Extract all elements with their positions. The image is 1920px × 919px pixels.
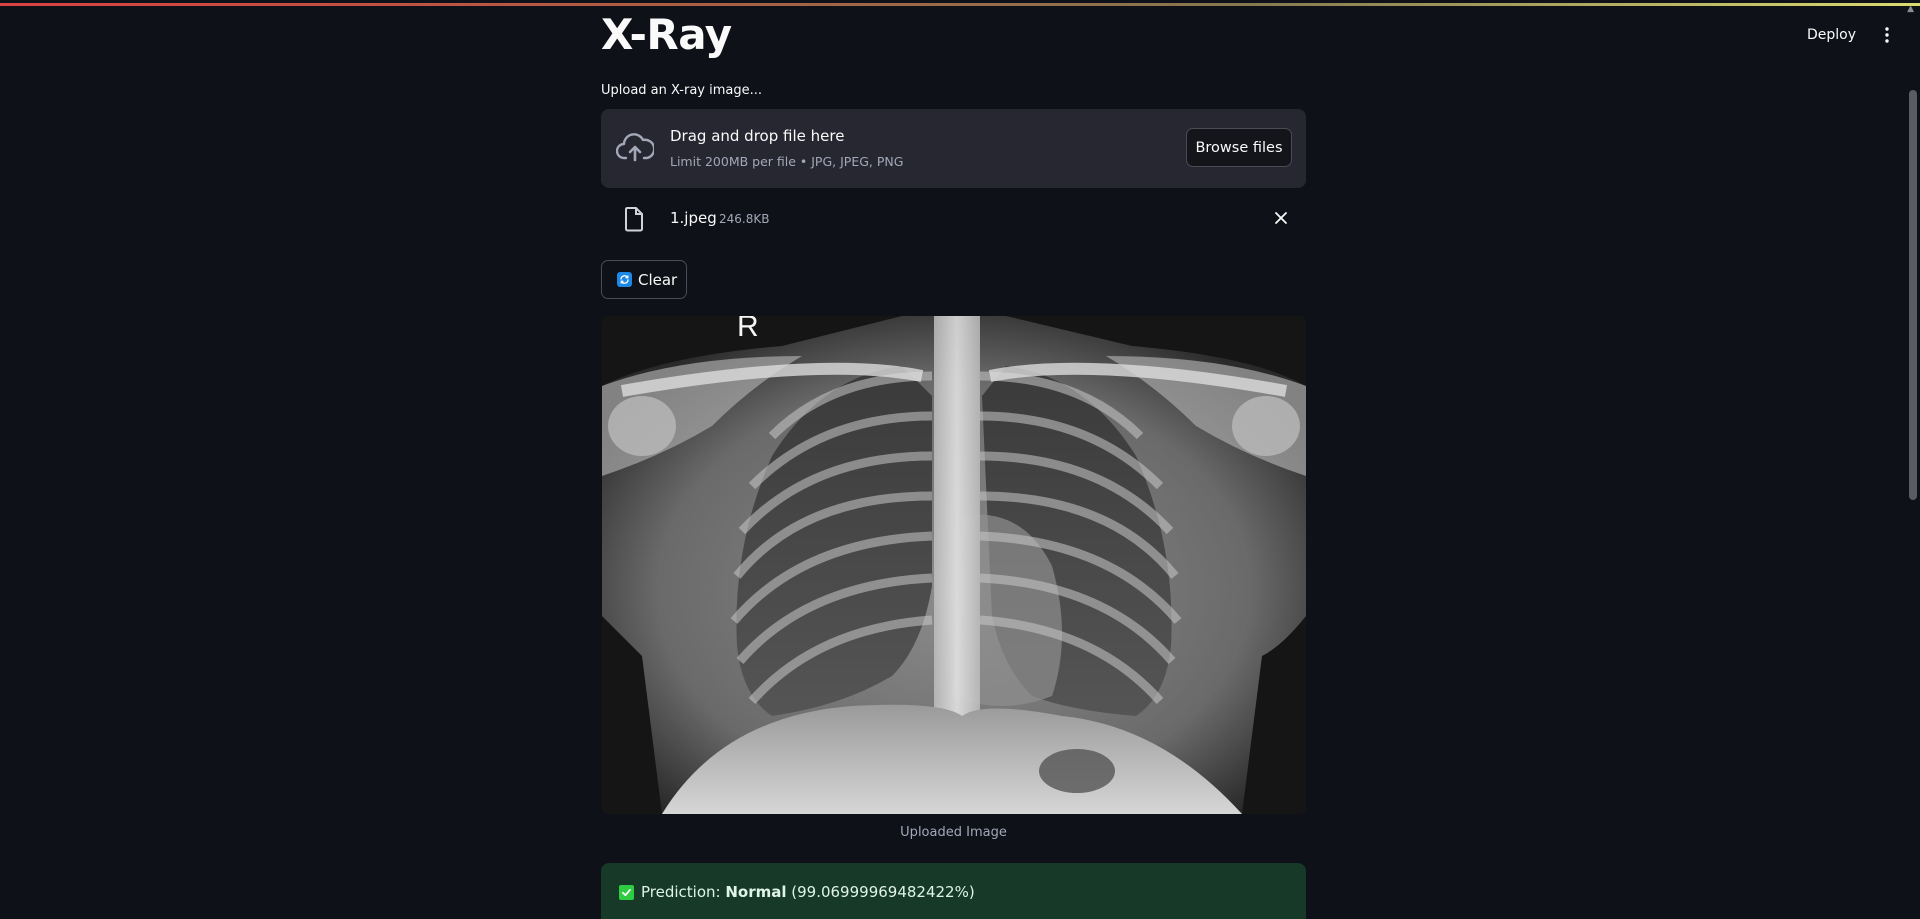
file-icon <box>624 206 644 232</box>
page-title: X-Ray <box>601 10 732 59</box>
prediction-confidence: (99.06999969482422%) <box>786 883 975 901</box>
top-decoration-bar <box>0 0 1920 6</box>
prediction-alert: Prediction: Normal (99.06999969482422%) <box>601 863 1306 919</box>
clear-button[interactable]: Clear <box>601 260 687 299</box>
clear-button-label: Clear <box>638 270 678 289</box>
xray-marker-letter: R <box>737 316 759 343</box>
scrollbar-thumb[interactable] <box>1909 90 1917 500</box>
browse-files-button[interactable]: Browse files <box>1186 128 1292 167</box>
file-size: 246.8KB <box>719 212 770 226</box>
image-caption: Uploaded Image <box>900 825 1007 840</box>
vertical-ellipsis-icon[interactable] <box>1878 24 1896 46</box>
prediction-label: Normal <box>725 883 787 901</box>
prediction-prefix: Prediction: <box>641 883 726 901</box>
file-name: 1.jpeg <box>670 209 717 227</box>
deploy-button[interactable]: Deploy <box>1807 27 1856 43</box>
uploader-label: Upload an X-ray image... <box>601 83 762 98</box>
scroll-up-arrow-icon[interactable]: ▲ <box>1907 4 1914 14</box>
close-icon[interactable] <box>1273 210 1289 226</box>
cloud-upload-icon <box>615 131 656 165</box>
uploaded-file-row: 1.jpeg 246.8KB <box>601 200 1306 238</box>
header-toolbar: Deploy <box>1807 24 1896 46</box>
dropzone-title: Drag and drop file here <box>670 127 845 145</box>
uploaded-xray-image: R <box>602 316 1306 814</box>
dropzone-subtitle: Limit 200MB per file • JPG, JPEG, PNG <box>670 154 904 169</box>
refresh-icon <box>617 272 632 287</box>
check-mark-icon <box>619 884 634 900</box>
file-dropzone[interactable]: Drag and drop file here Limit 200MB per … <box>601 109 1306 188</box>
